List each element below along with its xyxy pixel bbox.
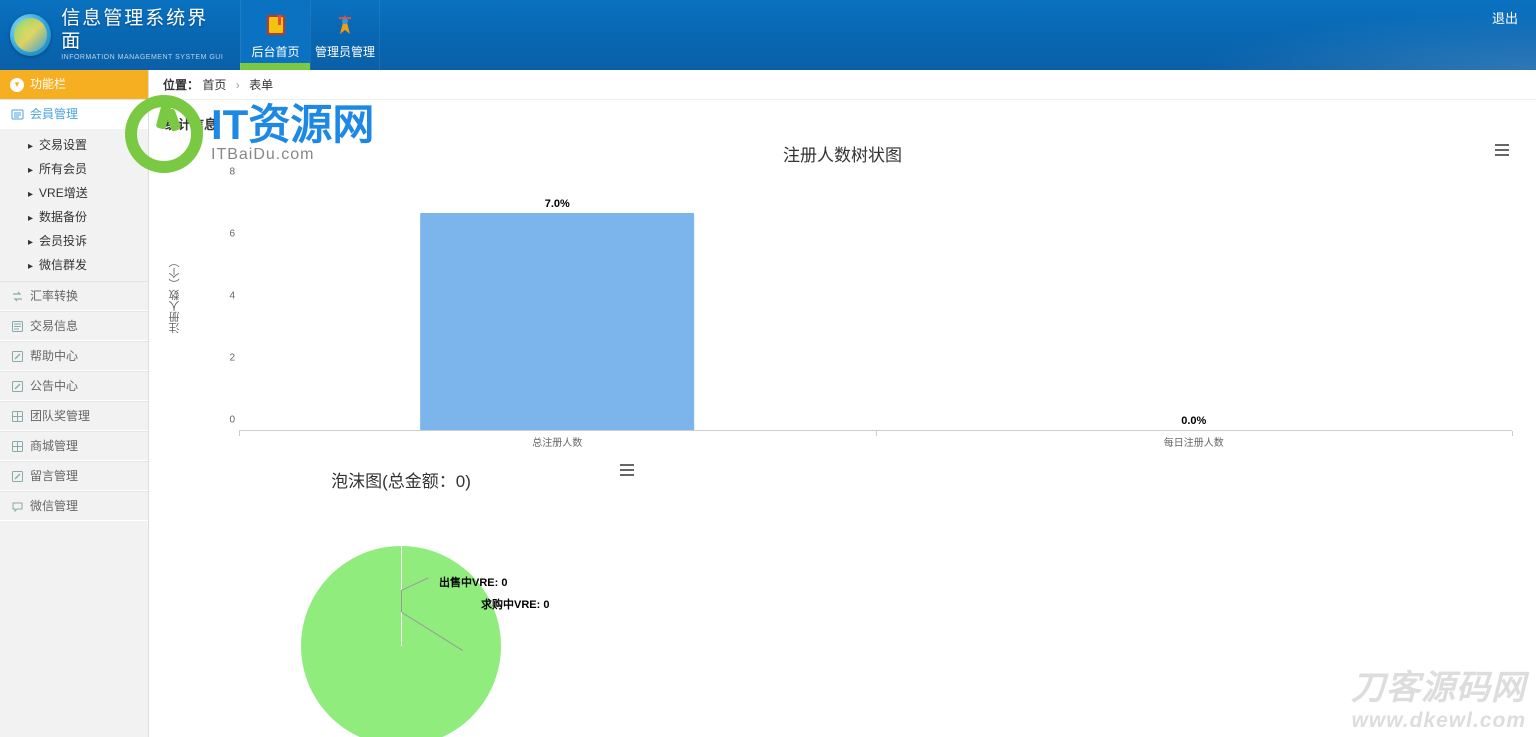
- app-subtitle: INFORMATION MANAGEMENT SYSTEM GUI: [61, 54, 226, 62]
- breadcrumb-home[interactable]: 首页: [202, 78, 226, 92]
- sidebar-item-wechat[interactable]: 微信管理: [0, 491, 148, 521]
- chat-icon: [10, 499, 24, 513]
- x-category-label: 总注册人数: [532, 434, 582, 449]
- nav-home-label: 后台首页: [251, 43, 299, 60]
- grid-icon: [10, 439, 24, 453]
- grid-icon: [10, 409, 24, 423]
- y-axis: 02468: [209, 183, 239, 431]
- sidebar-sublist: 交易设置 所有会员 VRE增送 数据备份 会员投诉 微信群发: [0, 129, 148, 281]
- pie-chart: 泡沫图(总金额：0) 出售中VRE: 0 求购中VRE: 0: [161, 461, 641, 737]
- bar-chart-title: 注册人数树状图: [161, 135, 1524, 166]
- nav-home[interactable]: 后台首页: [240, 0, 310, 70]
- bar-value-label: 0.0%: [1181, 415, 1206, 427]
- logo-block: 信息管理系统界面 INFORMATION MANAGEMENT SYSTEM G…: [0, 0, 240, 70]
- pie-chart-title: 泡沫图(总金额：0): [161, 461, 641, 496]
- logout-link[interactable]: 退出: [1492, 11, 1518, 26]
- users-icon: [10, 107, 24, 121]
- y-tick: 6: [209, 229, 235, 240]
- y-tick: 8: [209, 167, 235, 178]
- x-category-label: 每日注册人数: [1164, 434, 1224, 449]
- sidebar-item-exchange[interactable]: 汇率转换: [0, 281, 148, 311]
- bar-cell: 7.0%总注册人数: [239, 183, 876, 431]
- bar-value-label: 7.0%: [545, 198, 570, 210]
- edit-icon: [10, 379, 24, 393]
- app-header: 信息管理系统界面 INFORMATION MANAGEMENT SYSTEM G…: [0, 0, 1536, 70]
- pie-leader-1: [401, 590, 402, 612]
- sidebar-item-members[interactable]: 会員管理: [0, 99, 148, 129]
- chevron-down-icon: ▾: [10, 78, 24, 92]
- nav-admin[interactable]: 管理员管理: [310, 0, 380, 70]
- app-title: 信息管理系统界面: [61, 8, 226, 54]
- breadcrumb-prefix: 位置：: [163, 78, 199, 92]
- pie-label-sell: 出售中VRE: 0: [439, 574, 507, 590]
- subitem-vre-gift[interactable]: VRE增送: [0, 181, 148, 205]
- bar-chart: 注册人数树状图 注册人数（个） 02468 7.0%总注册人数0.0%每日注册人…: [161, 135, 1524, 455]
- sidebar-item-help[interactable]: 帮助中心: [0, 341, 148, 371]
- chart-menu-icon[interactable]: [1488, 141, 1516, 162]
- subitem-all-members[interactable]: 所有会员: [0, 157, 148, 181]
- plot-area: 02468 7.0%总注册人数0.0%每日注册人数: [209, 183, 1512, 431]
- chart-menu-icon[interactable]: [613, 461, 641, 482]
- exchange-icon: [10, 289, 24, 303]
- sidebar-item-feedback[interactable]: 留言管理: [0, 461, 148, 491]
- stats-panel: 统计信息 注册人数树状图 注册人数（个） 02468 7.0%总注册人数0.0%…: [161, 114, 1524, 455]
- edit-icon: [10, 469, 24, 483]
- book-icon: [262, 11, 290, 39]
- subitem-wechat-mass[interactable]: 微信群发: [0, 253, 148, 277]
- sidebar-item-label: 商城管理: [30, 431, 78, 461]
- sidebar-item-label: 微信管理: [30, 491, 78, 521]
- sidebar-item-label: 汇率转换: [30, 281, 78, 311]
- edit-icon: [10, 349, 24, 363]
- logo-icon: [10, 14, 51, 56]
- sidebar-item-label: 公告中心: [30, 371, 78, 401]
- sidebar-item-mall[interactable]: 商城管理: [0, 431, 148, 461]
- sidebar-item-label: 会員管理: [30, 99, 78, 129]
- breadcrumb: 位置： 首页 › 表单: [149, 70, 1536, 100]
- compass-icon: [331, 11, 359, 39]
- sidebar-item-label: 交易信息: [30, 311, 78, 341]
- sidebar-item-label: 团队奖管理: [30, 401, 90, 431]
- sidebar-item-label: 帮助中心: [30, 341, 78, 371]
- subitem-backup[interactable]: 数据备份: [0, 205, 148, 229]
- bar-series: 7.0%总注册人数0.0%每日注册人数: [239, 183, 1512, 431]
- panel-title: 统计信息: [161, 114, 1524, 133]
- sidebar-item-label: 留言管理: [30, 461, 78, 491]
- list-icon: [10, 319, 24, 333]
- sidebar: ▾ 功能栏 会員管理 交易设置 所有会员 VRE增送 数据备份 会员投诉 微信群…: [0, 70, 149, 737]
- subitem-trade-settings[interactable]: 交易设置: [0, 133, 148, 157]
- sidebar-item-team-reward[interactable]: 团队奖管理: [0, 401, 148, 431]
- main-content: 位置： 首页 › 表单 统计信息 注册人数树状图 注册人数（个） 0 2 4 6 8: [149, 70, 1536, 737]
- sidebar-item-trade-info[interactable]: 交易信息: [0, 311, 148, 341]
- breadcrumb-current: 表单: [249, 78, 273, 92]
- y-tick: 4: [209, 291, 235, 302]
- pie-label-buy: 求购中VRE: 0: [481, 596, 549, 612]
- nav-admin-label: 管理员管理: [315, 43, 375, 60]
- bar: [420, 213, 694, 430]
- sidebar-item-notice[interactable]: 公告中心: [0, 371, 148, 401]
- bar-cell: 0.0%每日注册人数: [876, 183, 1513, 431]
- y-tick: 2: [209, 353, 235, 364]
- y-axis-label: 注册人数（个）: [167, 257, 183, 334]
- breadcrumb-sep: ›: [236, 78, 240, 92]
- y-tick: 0: [209, 415, 235, 426]
- sidebar-title: ▾ 功能栏: [0, 70, 148, 99]
- subitem-complaint[interactable]: 会员投诉: [0, 229, 148, 253]
- top-nav: 后台首页 管理员管理: [240, 0, 380, 70]
